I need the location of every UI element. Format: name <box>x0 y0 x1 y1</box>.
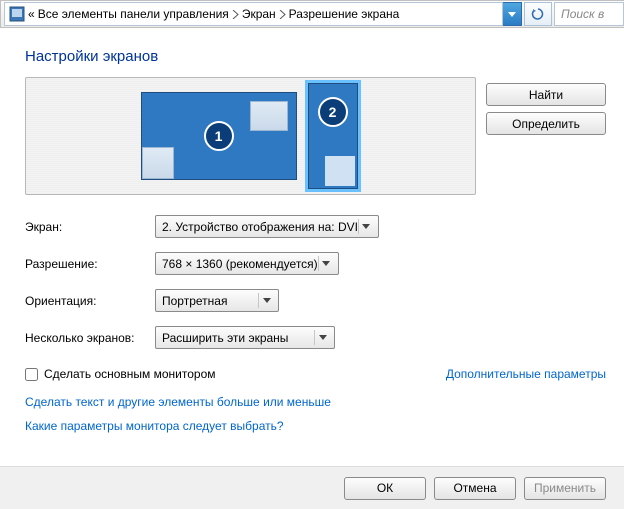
apply-button[interactable]: Применить <box>524 477 606 500</box>
resolution-value: 768 × 1360 (рекомендуется) <box>162 257 318 271</box>
settings-form: Экран: 2. Устройство отображения на: DVI… <box>25 215 606 349</box>
orientation-value: Портретная <box>162 294 227 308</box>
breadcrumb-item-2[interactable]: Разрешение экрана <box>289 7 400 21</box>
search-input[interactable]: Поиск в <box>554 2 624 26</box>
control-panel-icon <box>9 6 25 22</box>
screen-value: 2. Устройство отображения на: DVI <box>162 220 358 234</box>
make-primary-checkbox[interactable]: Сделать основным монитором <box>25 367 216 381</box>
grid-thumb-icon <box>325 156 355 186</box>
which-monitor-link[interactable]: Какие параметры монитора следует выбрать… <box>25 419 606 433</box>
identify-button[interactable]: Определить <box>486 112 606 135</box>
window-thumb-icon <box>142 147 174 179</box>
dialog-footer: ОК Отмена Применить <box>0 466 624 509</box>
monitor-2-selected[interactable]: 2 <box>305 80 361 192</box>
orientation-label: Ориентация: <box>25 294 155 308</box>
address-bar: « Все элементы панели управления Экран Р… <box>0 0 624 28</box>
chevron-right-icon <box>232 10 239 19</box>
chevron-down-icon <box>258 293 274 308</box>
monitor-1[interactable]: 1 <box>141 92 297 180</box>
text-size-link[interactable]: Сделать текст и другие элементы больше и… <box>25 395 606 409</box>
resolution-select[interactable]: 768 × 1360 (рекомендуется) <box>155 252 339 275</box>
orientation-select[interactable]: Портретная <box>155 289 279 312</box>
resolution-label: Разрешение: <box>25 257 155 271</box>
find-button[interactable]: Найти <box>486 83 606 106</box>
page-content: Настройки экранов 1 2 Найти Определить Э… <box>0 28 624 433</box>
chevron-right-icon <box>279 10 286 19</box>
monitor-preview[interactable]: 1 2 <box>25 77 476 195</box>
screen-select[interactable]: 2. Устройство отображения на: DVI <box>155 215 379 238</box>
chevron-down-icon <box>318 256 334 271</box>
breadcrumb-item-0[interactable]: Все элементы панели управления <box>38 7 229 21</box>
multi-label: Несколько экранов: <box>25 331 155 345</box>
monitor-number: 1 <box>204 121 234 151</box>
checkbox-label: Сделать основным монитором <box>44 367 216 381</box>
breadcrumb-dropdown[interactable] <box>503 2 522 26</box>
advanced-link[interactable]: Дополнительные параметры <box>446 367 606 381</box>
screen-label: Экран: <box>25 220 155 234</box>
multi-select[interactable]: Расширить эти экраны <box>155 326 335 349</box>
monitor-number: 2 <box>318 97 348 127</box>
multi-value: Расширить эти экраны <box>162 331 288 345</box>
checkbox-input[interactable] <box>25 368 38 381</box>
ok-button[interactable]: ОК <box>344 477 426 500</box>
refresh-button[interactable] <box>524 2 552 26</box>
cancel-button[interactable]: Отмена <box>434 477 516 500</box>
breadcrumb-back[interactable]: « <box>28 7 35 21</box>
breadcrumb-item-1[interactable]: Экран <box>242 7 276 21</box>
window-thumb-icon <box>250 101 288 131</box>
page-title: Настройки экранов <box>25 48 606 65</box>
chevron-down-icon <box>314 330 330 345</box>
chevron-down-icon <box>358 219 374 234</box>
breadcrumb[interactable]: « Все элементы панели управления Экран Р… <box>4 2 503 26</box>
